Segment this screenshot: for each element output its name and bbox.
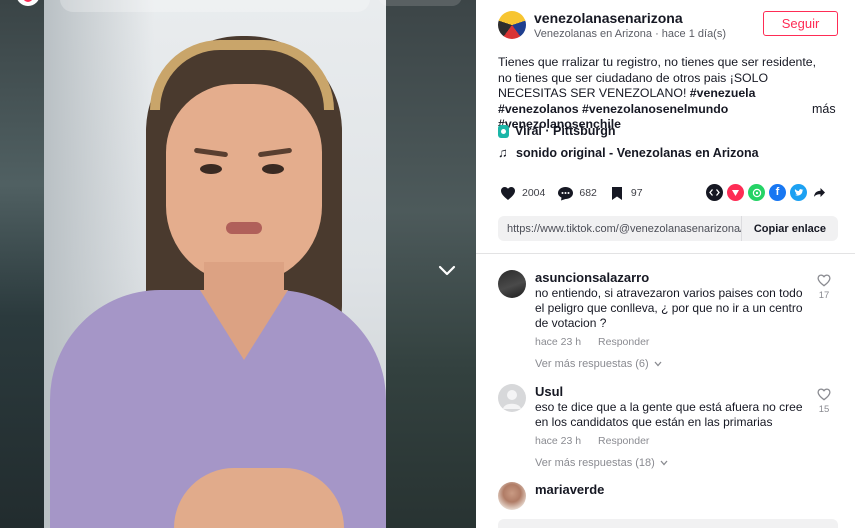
comment-text: eso te dice que a la gente que está afue… bbox=[535, 400, 803, 429]
chevron-down-icon bbox=[660, 460, 668, 466]
comment-meta: hace 23 h Responder bbox=[535, 435, 805, 447]
twitter-icon[interactable] bbox=[790, 184, 807, 201]
music-link[interactable]: ♫ sonido original - Venezolanas en Arizo… bbox=[498, 145, 759, 160]
comment-like[interactable]: 17 bbox=[812, 274, 836, 301]
tiktok-video-page: venezolanasenarizona Venezolanas en Ariz… bbox=[0, 0, 855, 528]
video-description: Tienes que rralizar tu registro, no tien… bbox=[498, 55, 828, 133]
reply-button[interactable]: Responder bbox=[598, 336, 649, 348]
copy-link-button[interactable]: Copiar enlace bbox=[740, 216, 838, 241]
top-search-bar[interactable] bbox=[60, 0, 370, 12]
repost-icon[interactable] bbox=[727, 184, 744, 201]
comment-like[interactable]: 15 bbox=[812, 388, 836, 415]
comment-text: no entiendo, si atravezaron varios paise… bbox=[535, 286, 803, 330]
copy-link-box: https://www.tiktok.com/@venezolanasenari… bbox=[498, 216, 838, 241]
person-eye-left bbox=[200, 164, 222, 174]
person-headband bbox=[150, 40, 334, 110]
share-arrow-icon[interactable] bbox=[811, 184, 828, 201]
engagement-stats: 2004 682 97 bbox=[498, 183, 653, 203]
comment-username[interactable]: mariaverde bbox=[535, 482, 805, 497]
comment-like-count: 17 bbox=[818, 290, 830, 301]
video-frame[interactable] bbox=[44, 0, 386, 528]
comment-count: 682 bbox=[579, 187, 597, 199]
comment-like-count: 15 bbox=[818, 404, 830, 415]
music-label: sonido original - Venezolanas en Arizona bbox=[516, 145, 759, 160]
bookmark-icon bbox=[607, 183, 627, 203]
save-count: 97 bbox=[630, 187, 643, 199]
anchor-link[interactable]: Viral · Pittsburgh bbox=[498, 124, 615, 138]
anchor-label: Viral · Pittsburgh bbox=[515, 124, 616, 138]
avatar[interactable] bbox=[498, 384, 526, 412]
facebook-icon[interactable]: f bbox=[769, 184, 786, 201]
description-text: Tienes que rralizar tu registro, no tien… bbox=[498, 55, 817, 100]
details-panel: venezolanasenarizona Venezolanas en Ariz… bbox=[476, 0, 855, 528]
comment-username[interactable]: Usul bbox=[535, 384, 805, 399]
save-button[interactable]: 97 bbox=[607, 183, 643, 203]
avatar[interactable] bbox=[498, 11, 526, 39]
chevron-down-icon[interactable] bbox=[433, 257, 461, 285]
person-eye-right bbox=[262, 164, 284, 174]
video-link-input[interactable]: https://www.tiktok.com/@venezolanasenari… bbox=[498, 223, 741, 235]
more-replies-label: Ver más respuestas (18) bbox=[535, 457, 655, 469]
more-replies-label: Ver más respuestas (6) bbox=[535, 358, 649, 370]
comment-time: hace 23 h bbox=[535, 336, 582, 348]
like-button[interactable]: 2004 bbox=[498, 183, 545, 203]
music-note-icon: ♫ bbox=[498, 145, 508, 160]
share-icons: f bbox=[706, 184, 832, 201]
view-more-replies[interactable]: Ver más respuestas (18) bbox=[535, 457, 805, 469]
comment-input[interactable] bbox=[498, 519, 838, 528]
author-info[interactable]: venezolanasenarizona Venezolanas en Ariz… bbox=[498, 10, 726, 40]
top-control-pill[interactable] bbox=[378, 0, 462, 6]
view-more-replies[interactable]: Ver más respuestas (6) bbox=[535, 358, 805, 370]
author-meta: Venezolanas en Arizona · hace 1 día(s) bbox=[534, 28, 727, 40]
video-blur-right bbox=[386, 0, 476, 528]
video-blur-left bbox=[0, 0, 44, 528]
more-button[interactable]: más bbox=[812, 102, 836, 116]
comment-button[interactable]: 682 bbox=[555, 183, 597, 203]
comment-time: hace 23 h bbox=[535, 435, 582, 447]
person-vneck bbox=[200, 290, 288, 360]
follow-button[interactable]: Seguir bbox=[763, 11, 838, 36]
heart-icon bbox=[498, 183, 518, 203]
chevron-down-icon bbox=[654, 361, 662, 367]
person-mouth bbox=[226, 222, 262, 234]
person-face bbox=[166, 84, 322, 284]
video-player[interactable] bbox=[0, 0, 476, 528]
author-username[interactable]: venezolanasenarizona bbox=[534, 10, 726, 26]
like-count: 2004 bbox=[522, 187, 546, 199]
comment-username[interactable]: asuncionsalazarro bbox=[535, 270, 805, 285]
location-pin-icon bbox=[498, 124, 509, 138]
embed-icon[interactable] bbox=[706, 184, 723, 201]
comment-meta: hace 23 h Responder bbox=[535, 336, 805, 348]
avatar[interactable] bbox=[498, 270, 526, 298]
whatsapp-icon[interactable] bbox=[748, 184, 765, 201]
section-divider bbox=[476, 253, 855, 254]
heart-outline-icon[interactable] bbox=[817, 388, 831, 401]
heart-outline-icon[interactable] bbox=[817, 274, 831, 287]
reply-button[interactable]: Responder bbox=[598, 435, 649, 447]
avatar[interactable] bbox=[498, 482, 526, 510]
comment-icon bbox=[555, 183, 575, 203]
